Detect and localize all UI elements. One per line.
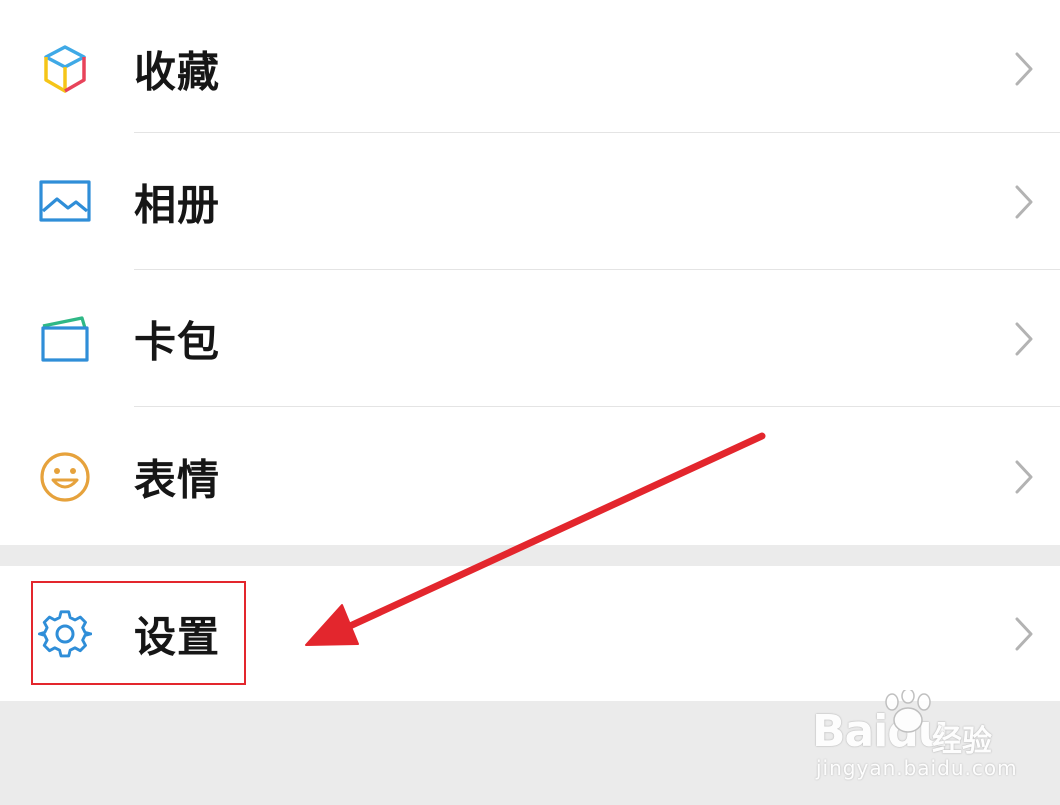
menu-item-label: 相册 <box>134 180 221 229</box>
menu-item-label: 表情 <box>134 455 221 504</box>
picture-icon <box>38 175 92 229</box>
watermark-sub: 经验 <box>932 724 992 759</box>
chevron-right-icon <box>1014 321 1034 357</box>
divider <box>134 406 1060 407</box>
chevron-right-icon <box>1014 51 1034 87</box>
smiley-icon <box>38 450 92 504</box>
card-wallet-icon <box>38 312 92 366</box>
watermark-url: jingyan.baidu.com <box>816 756 1018 780</box>
annotation-highlight-box <box>31 581 246 685</box>
menu-item-card-wallet[interactable]: 卡包 <box>0 270 1060 407</box>
menu-item-favorites[interactable]: 收藏 <box>0 0 1060 137</box>
menu-item-album[interactable]: 相册 <box>0 133 1060 270</box>
baidu-jingyan-watermark: Baidu 经验 jingyan.baidu.com <box>812 690 1017 785</box>
menu-item-label: 收藏 <box>134 47 221 96</box>
chevron-right-icon <box>1014 616 1034 652</box>
chevron-right-icon <box>1014 459 1034 495</box>
chevron-right-icon <box>1014 184 1034 220</box>
menu-group-main: 收藏 相册 卡包 表情 <box>0 0 1060 545</box>
cube-icon <box>38 42 92 96</box>
paw-icon <box>885 690 931 733</box>
menu-item-label: 卡包 <box>134 317 221 366</box>
menu-item-stickers[interactable]: 表情 <box>0 408 1060 545</box>
